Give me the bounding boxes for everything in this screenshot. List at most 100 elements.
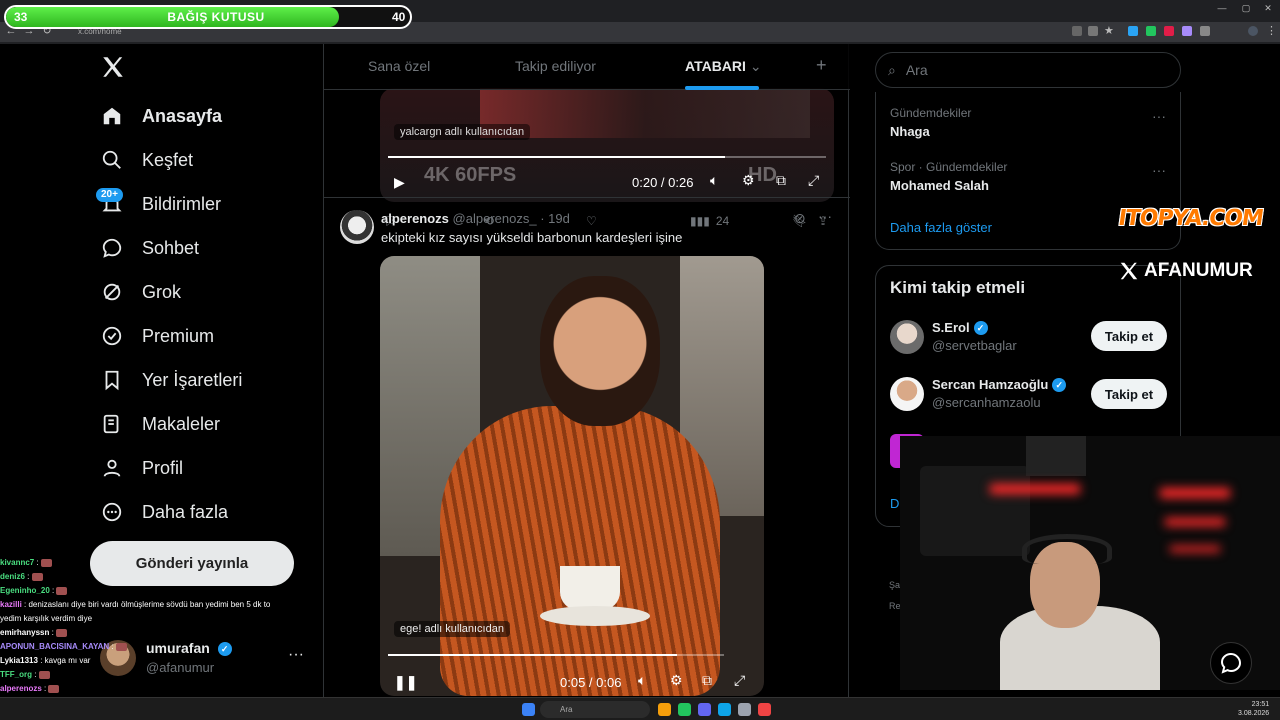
- chat-username[interactable]: kazilli: [0, 600, 22, 609]
- star-icon[interactable]: ★: [1104, 24, 1114, 37]
- tab-atabari[interactable]: ATABARI ⌄: [685, 58, 762, 75]
- sidebar-item-profil[interactable]: Profil: [100, 453, 183, 483]
- tab-for-you[interactable]: Sana özel: [368, 58, 430, 74]
- video-progress[interactable]: [388, 654, 724, 656]
- video-player[interactable]: ege! adlı kullanıcıdan ❚❚ 0:05 / 0:06 🔈︎…: [380, 256, 764, 696]
- views-count[interactable]: ▮▮▮ 24: [690, 214, 729, 228]
- author-name[interactable]: alperenozs: [381, 211, 449, 226]
- close-window-button[interactable]: ✕: [1260, 3, 1276, 17]
- sidebar-item-label: Grok: [142, 281, 182, 302]
- avatar[interactable]: [890, 377, 924, 411]
- pip-icon[interactable]: ⧉: [776, 172, 786, 189]
- extension-icon[interactable]: [1128, 26, 1138, 36]
- suggestion-item[interactable]: Sercan Hamzaoğlu ✓ @sercanhamzaolu: [932, 377, 1067, 410]
- video-player[interactable]: yalcargn adlı kullanıcıdan 4K 60FPS HD ▶…: [380, 88, 834, 202]
- stream-chat: kivannc7 : deniz6 : Egeninho_20 : kazill…: [0, 556, 300, 710]
- video-progress-fill: [388, 156, 726, 158]
- add-tab-button[interactable]: +: [816, 55, 827, 76]
- show-more-link[interactable]: Daha fazla göster: [890, 220, 992, 235]
- puzzle-icon[interactable]: [1200, 26, 1210, 36]
- volume-icon[interactable]: 🔈︎: [638, 672, 646, 689]
- fullscreen-icon[interactable]: ⤢: [808, 172, 819, 189]
- footer-link[interactable]: Şa: [889, 580, 900, 590]
- pause-icon[interactable]: ❚❚: [394, 674, 417, 691]
- avatar[interactable]: [890, 320, 924, 354]
- follow-button[interactable]: Takip et: [1091, 379, 1167, 409]
- maximize-button[interactable]: ▢: [1238, 3, 1254, 17]
- extension-icon[interactable]: [1182, 26, 1192, 36]
- footer-link[interactable]: Re: [889, 601, 901, 611]
- chat-message: kazilli : denizaslanı diye biri vardı öl…: [0, 600, 271, 609]
- extension-icon[interactable]: [1146, 26, 1156, 36]
- pip-icon[interactable]: ⧉: [702, 672, 712, 689]
- settings-icon[interactable]: ⚙: [670, 672, 683, 689]
- avatar[interactable]: [340, 210, 374, 244]
- sidebar-item-premium[interactable]: Premium: [100, 321, 214, 351]
- sidebar-item-sohbet[interactable]: Sohbet: [100, 233, 199, 263]
- sidebar-item-makaleler[interactable]: Makaleler: [100, 409, 220, 439]
- trend-item[interactable]: Spor · Gündemdekiler Mohamed Salah: [890, 160, 1007, 193]
- follow-button[interactable]: Takip et: [1091, 321, 1167, 351]
- chrome-icon[interactable]: [678, 703, 691, 716]
- donation-current: 33: [14, 10, 28, 24]
- chat-username[interactable]: TFF_org: [0, 670, 32, 679]
- show-more-link[interactable]: D: [890, 496, 899, 511]
- messages-bubble-icon[interactable]: [1210, 642, 1252, 684]
- play-icon[interactable]: ▶: [394, 174, 405, 191]
- donation-goal: 40: [392, 10, 406, 24]
- chat-username[interactable]: Lykia1313: [0, 656, 38, 665]
- sidebar-item-label: Sohbet: [142, 237, 200, 258]
- author-handle[interactable]: @alperenozs_: [453, 211, 537, 226]
- more-options-icon[interactable]: ···: [1152, 162, 1166, 178]
- tab-following[interactable]: Takip ediliyor: [515, 58, 596, 74]
- settings-icon[interactable]: ⚙: [742, 172, 755, 189]
- grok-icon[interactable]: ⊘: [794, 210, 806, 227]
- x-logo-icon[interactable]: [100, 54, 126, 80]
- fullscreen-icon[interactable]: ⤢: [734, 672, 745, 689]
- video-progress-fill: [388, 654, 677, 656]
- chat-message: Lykia1313 : kavga mı var: [0, 656, 91, 665]
- video-progress[interactable]: [388, 156, 826, 158]
- menu-icon[interactable]: ⋮: [1266, 24, 1277, 37]
- chat-username[interactable]: kivannc7: [0, 558, 34, 567]
- more-options-icon[interactable]: ···: [818, 208, 832, 224]
- chat-username[interactable]: APONUN_BACISINA_KAYAN: [0, 642, 109, 651]
- chat-message: APONUN_BACISINA_KAYAN :: [0, 640, 300, 654]
- timeline-tabs: Sana özel Takip ediliyor ATABARI ⌄ +: [324, 44, 850, 90]
- system-clock[interactable]: 23:51 3.08.2026: [1238, 700, 1269, 718]
- like-icon[interactable]: ♡: [586, 214, 597, 228]
- x-logo-icon: [1120, 262, 1138, 280]
- chat-message: deniz6 :: [0, 570, 300, 584]
- folder-icon[interactable]: [658, 703, 671, 716]
- sidebar-item-yer-i-şaretleri[interactable]: Yer İşaretleri: [100, 365, 242, 395]
- chat-username[interactable]: emirhanyssn: [0, 628, 49, 637]
- chat-username[interactable]: deniz6: [0, 572, 25, 581]
- profile-avatar-icon[interactable]: [1248, 26, 1258, 36]
- minimize-button[interactable]: —: [1214, 3, 1230, 17]
- start-icon[interactable]: [522, 703, 535, 716]
- sidebar-item-daha-fazla[interactable]: Daha fazla: [100, 497, 228, 527]
- grok-icon: [100, 280, 124, 304]
- more-options-icon[interactable]: ···: [1152, 108, 1166, 124]
- trend-item[interactable]: Gündemdekiler Nhaga: [890, 106, 971, 139]
- chat-username[interactable]: alperenozs: [0, 684, 42, 693]
- sidebar-item-anasayfa[interactable]: Anasayfa: [100, 101, 222, 131]
- suggestion-item[interactable]: S.Erol ✓ @servetbaglar: [932, 320, 1017, 353]
- taskbar-search[interactable]: Ara: [540, 701, 650, 718]
- sidebar-item-grok[interactable]: Grok: [100, 277, 181, 307]
- app-icon[interactable]: [698, 703, 711, 716]
- chat-username[interactable]: Egeninho_20: [0, 586, 50, 595]
- search-input[interactable]: ⌕ Ara: [875, 52, 1181, 88]
- app-icon[interactable]: [738, 703, 751, 716]
- video-frame: [540, 606, 650, 626]
- zoom-icon[interactable]: [1072, 26, 1082, 36]
- sidebar-item-keşfet[interactable]: Keşfet: [100, 145, 193, 175]
- app-icon[interactable]: [758, 703, 771, 716]
- extension-icon[interactable]: [1164, 26, 1174, 36]
- edge-icon[interactable]: [718, 703, 731, 716]
- screenshot-icon[interactable]: [1088, 26, 1098, 36]
- volume-icon[interactable]: 🔈︎: [710, 172, 718, 189]
- sidebar-item-label: Profil: [142, 457, 184, 478]
- post-text: ekipteki kız sayısı yükseldi barbonun ka…: [381, 230, 683, 245]
- post-age[interactable]: · 19d: [540, 211, 570, 226]
